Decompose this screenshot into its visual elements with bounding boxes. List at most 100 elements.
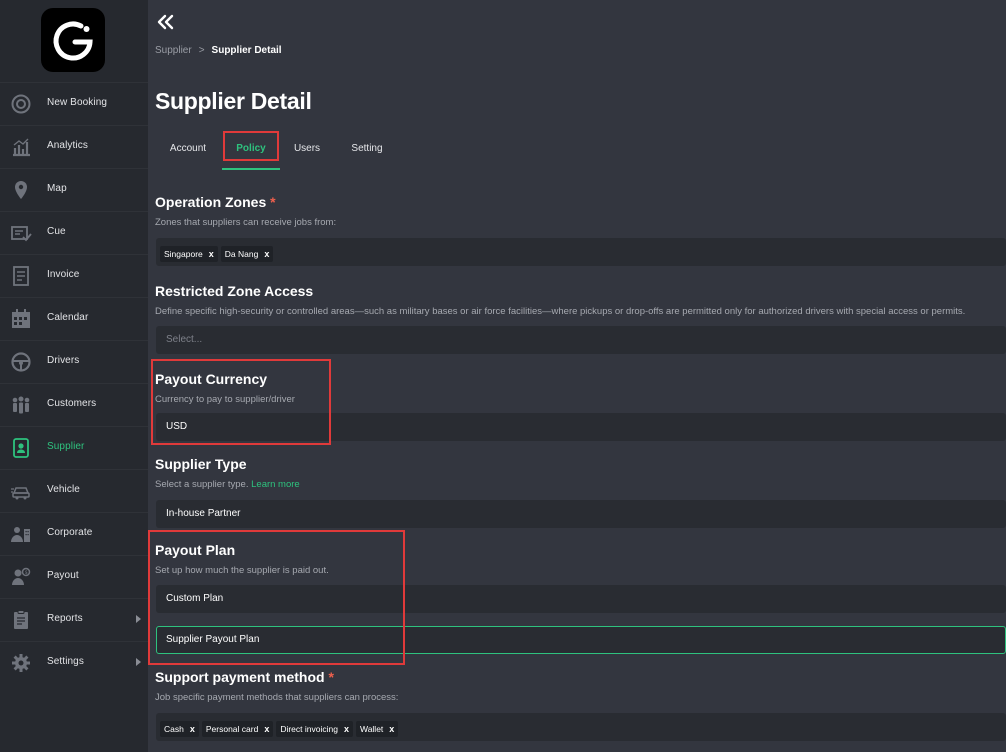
sidebar-item-label: New Booking — [47, 97, 108, 108]
sidebar-item-label: Analytics — [47, 140, 88, 151]
sidebar-item-corporate[interactable]: Corporate — [0, 512, 148, 554]
sidebar-item-settings[interactable]: Settings — [0, 641, 148, 683]
tab-account[interactable]: Account — [163, 132, 213, 170]
payment-chip: Wallet x — [355, 721, 399, 737]
payout-plan-type-select[interactable]: Custom Plan — [156, 585, 1006, 613]
corporate-icon — [11, 527, 30, 542]
sidebar-item-drivers[interactable]: Drivers — [0, 340, 148, 382]
payment-chip: Direct invoicing x — [276, 721, 353, 737]
payment-chip: Cash x — [160, 721, 199, 737]
sidebar-item-invoice[interactable]: Invoice — [0, 254, 148, 296]
select-value: USD — [166, 421, 188, 432]
remove-chip-icon[interactable]: x — [264, 246, 269, 262]
support-payment-title: Support payment method * — [155, 669, 334, 685]
tab-label: Account — [169, 143, 207, 154]
tab-label: Users — [293, 143, 321, 154]
sidebar-item-label: Reports — [47, 613, 83, 624]
restricted-zone-select[interactable]: Select... — [156, 326, 1006, 354]
select-value: In-house Partner — [166, 508, 241, 519]
select-value: Supplier Payout Plan — [166, 634, 260, 645]
operation-zones-title: Operation Zones * — [155, 194, 276, 210]
customers-icon — [12, 396, 30, 414]
breadcrumb-current: Supplier Detail — [211, 45, 282, 56]
sidebar-item-supplier[interactable]: Supplier — [0, 426, 148, 468]
chip-list: Singapore x Da Nang x — [160, 244, 276, 262]
section-title-text: Support payment method — [155, 669, 325, 685]
payout-plan-description: Set up how much the supplier is paid out… — [155, 565, 329, 576]
sidebar-item-label: Supplier — [47, 441, 85, 452]
section-title-text: Operation Zones — [155, 194, 267, 210]
page-title: Supplier Detail — [155, 88, 312, 114]
tab-label: Setting — [351, 143, 383, 154]
sidebar-item-reports[interactable]: Reports — [0, 598, 148, 640]
operation-zones-select[interactable]: Singapore x Da Nang x — [156, 238, 1006, 266]
chip-label: Singapore — [164, 249, 203, 259]
chip-label: Cash — [164, 724, 184, 734]
restricted-zone-description: Define specific high-security or control… — [155, 306, 966, 317]
restricted-zone-title: Restricted Zone Access — [155, 283, 314, 299]
sidebar-item-cue[interactable]: Cue — [0, 211, 148, 253]
breadcrumb: Supplier > Supplier Detail — [155, 45, 282, 56]
invoice-icon — [13, 266, 29, 286]
sidebar-item-customers[interactable]: Customers — [0, 383, 148, 425]
breadcrumb-parent[interactable]: Supplier — [155, 45, 192, 56]
sidebar-item-label: Settings — [47, 656, 84, 667]
payment-chip: Personal card x — [201, 721, 274, 737]
payout-icon: $ — [12, 567, 31, 585]
sidebar-item-label: Calendar — [47, 312, 89, 323]
required-mark: * — [328, 669, 334, 685]
supplier-type-title: Supplier Type — [155, 456, 247, 472]
calendar-icon — [12, 309, 30, 328]
select-value: Custom Plan — [166, 593, 224, 604]
app-logo[interactable] — [41, 8, 105, 72]
tab-label: Policy — [236, 143, 266, 154]
tab-policy[interactable]: Policy — [222, 132, 280, 170]
collapse-sidebar-icon[interactable] — [156, 12, 176, 32]
reports-icon — [14, 610, 28, 629]
tab-users[interactable]: Users — [287, 132, 327, 170]
sidebar-item-vehicle[interactable]: Vehicle — [0, 469, 148, 511]
supplier-type-select[interactable]: In-house Partner — [156, 500, 1006, 528]
chip-label: Personal card — [205, 724, 259, 734]
chevron-right-icon — [136, 615, 141, 623]
description-text: Select a supplier type. — [155, 479, 249, 490]
payout-currency-select[interactable]: USD — [156, 413, 1006, 441]
sidebar-item-payout[interactable]: $ Payout — [0, 555, 148, 597]
svg-text:$: $ — [25, 570, 28, 576]
sidebar-item-label: Drivers — [47, 355, 80, 366]
support-payment-description: Job specific payment methods that suppli… — [155, 692, 399, 703]
sidebar-item-analytics[interactable]: Analytics — [0, 125, 148, 167]
breadcrumb-separator: > — [198, 45, 205, 56]
required-mark: * — [270, 194, 276, 210]
remove-chip-icon[interactable]: x — [190, 721, 195, 737]
payout-plan-name-select[interactable]: Supplier Payout Plan — [156, 626, 1006, 654]
supplier-type-description: Select a supplier type. Learn more — [155, 479, 300, 490]
vehicle-icon — [11, 487, 30, 500]
steering-wheel-icon — [11, 352, 31, 372]
remove-chip-icon[interactable]: x — [344, 721, 349, 737]
chart-icon — [13, 138, 30, 157]
main-content: Supplier > Supplier Detail Supplier Detail… — [148, 0, 1006, 752]
remove-chip-icon[interactable]: x — [264, 721, 269, 737]
chip-label: Wallet — [359, 724, 384, 734]
sidebar-item-label: Customers — [47, 398, 97, 409]
cue-icon — [11, 226, 32, 242]
tab-active-underline — [222, 168, 280, 170]
remove-chip-icon[interactable]: x — [209, 246, 214, 262]
tab-setting[interactable]: Setting — [343, 132, 391, 170]
chip-list: Cash x Personal card x Direct invoicing x Wall… — [160, 719, 401, 737]
remove-chip-icon[interactable]: x — [389, 721, 394, 737]
payout-currency-title: Payout Currency — [155, 371, 268, 387]
sidebar-item-new-booking[interactable]: New Booking — [0, 82, 148, 124]
zone-chip: Singapore x — [160, 246, 218, 262]
sidebar-item-calendar[interactable]: Calendar — [0, 297, 148, 339]
zone-chip: Da Nang x — [220, 246, 274, 262]
learn-more-link[interactable]: Learn more — [251, 479, 300, 490]
map-pin-icon — [15, 181, 27, 199]
sidebar-item-map[interactable]: Map — [0, 168, 148, 210]
payout-currency-description: Currency to pay to supplier/driver — [155, 394, 295, 405]
support-payment-select[interactable]: Cash x Personal card x Direct invoicing x Wall… — [156, 713, 1006, 741]
sidebar-item-label: Payout — [47, 570, 79, 581]
supplier-icon — [13, 438, 29, 458]
payout-plan-title: Payout Plan — [155, 542, 236, 558]
